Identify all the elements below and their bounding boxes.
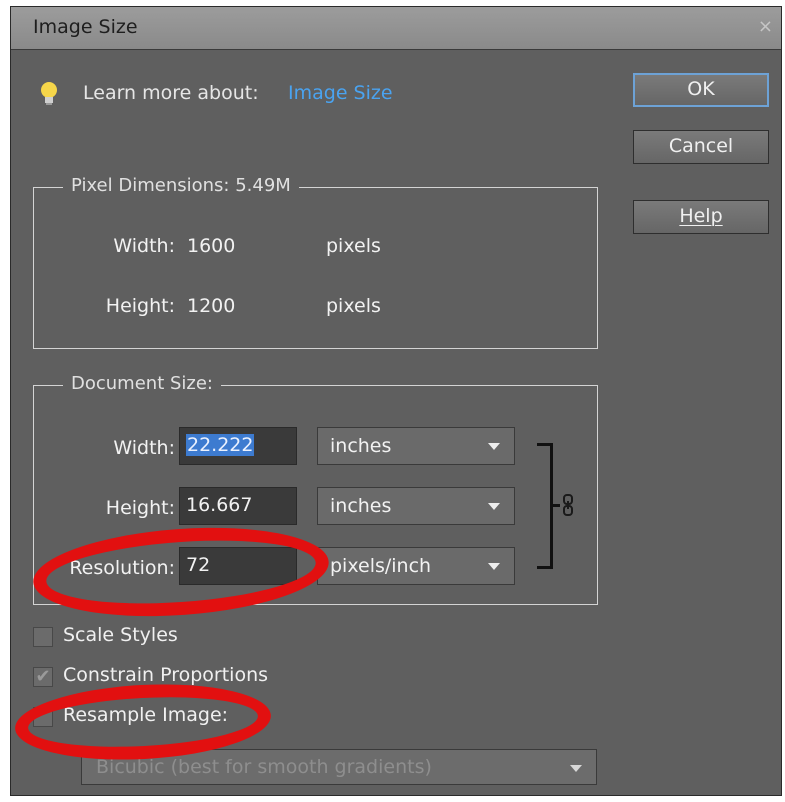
doc-width-input[interactable]: 22.222 — [179, 427, 297, 465]
image-size-help-link[interactable]: Image Size — [288, 82, 393, 104]
doc-width-value: 22.222 — [186, 434, 255, 456]
chevron-down-icon — [488, 503, 500, 510]
doc-height-label: Height: — [105, 497, 175, 519]
pixel-width-label: Width: — [113, 235, 175, 257]
lightbulb-icon — [39, 81, 59, 111]
doc-height-value: 16.667 — [186, 494, 253, 516]
learn-more-label: Learn more about: — [83, 82, 259, 104]
doc-height-unit: inches — [330, 495, 392, 517]
close-icon[interactable]: × — [758, 16, 773, 37]
resolution-value: 72 — [186, 554, 211, 576]
constrain-proportions-checkbox[interactable]: ✔ — [33, 667, 53, 687]
document-size-title: Document Size: — [63, 373, 221, 394]
dialog-title: Image Size — [33, 16, 138, 38]
scale-styles-checkbox[interactable] — [33, 627, 53, 647]
doc-width-unit-dropdown[interactable]: inches — [317, 427, 515, 465]
bracket-tick — [552, 504, 560, 507]
chevron-down-icon — [488, 563, 500, 570]
help-button[interactable]: Help — [633, 200, 769, 234]
resample-method-value: Bicubic (best for smooth gradients) — [96, 756, 432, 778]
resample-image-label[interactable]: Resample Image: — [63, 704, 228, 726]
pixel-width-value: 1600 — [187, 235, 236, 257]
cancel-button[interactable]: Cancel — [633, 130, 769, 164]
resolution-unit: pixels/inch — [330, 555, 432, 577]
pixel-height-unit: pixels — [326, 295, 381, 317]
pixel-dimensions-title: Pixel Dimensions: 5.49M — [63, 175, 299, 196]
resample-image-checkbox[interactable] — [33, 707, 53, 727]
resolution-unit-dropdown[interactable]: pixels/inch — [317, 547, 515, 585]
title-bar[interactable]: Image Size × — [11, 7, 781, 50]
doc-height-unit-dropdown[interactable]: inches — [317, 487, 515, 525]
pixel-height-label: Height: — [105, 295, 175, 317]
chevron-down-icon — [488, 443, 500, 450]
doc-width-label: Width: — [113, 437, 175, 459]
chevron-down-icon — [570, 765, 582, 772]
scale-styles-label[interactable]: Scale Styles — [63, 624, 178, 646]
doc-width-unit: inches — [330, 435, 392, 457]
pixel-height-value: 1200 — [187, 295, 236, 317]
doc-height-input[interactable]: 16.667 — [179, 487, 297, 525]
pixel-dimensions-group — [33, 187, 598, 349]
resolution-input[interactable]: 72 — [179, 547, 297, 585]
resolution-label: Resolution: — [69, 557, 175, 579]
resample-method-dropdown[interactable]: Bicubic (best for smooth gradients) — [81, 749, 597, 785]
ok-button[interactable]: OK — [633, 73, 769, 107]
pixel-width-unit: pixels — [326, 235, 381, 257]
help-button-label: Help — [679, 205, 723, 227]
image-size-dialog: Image Size × Learn more about: Image Siz… — [10, 6, 782, 796]
chain-link-icon — [561, 493, 575, 521]
constrain-link-bracket — [537, 443, 553, 569]
constrain-proportions-label[interactable]: Constrain Proportions — [63, 664, 268, 686]
